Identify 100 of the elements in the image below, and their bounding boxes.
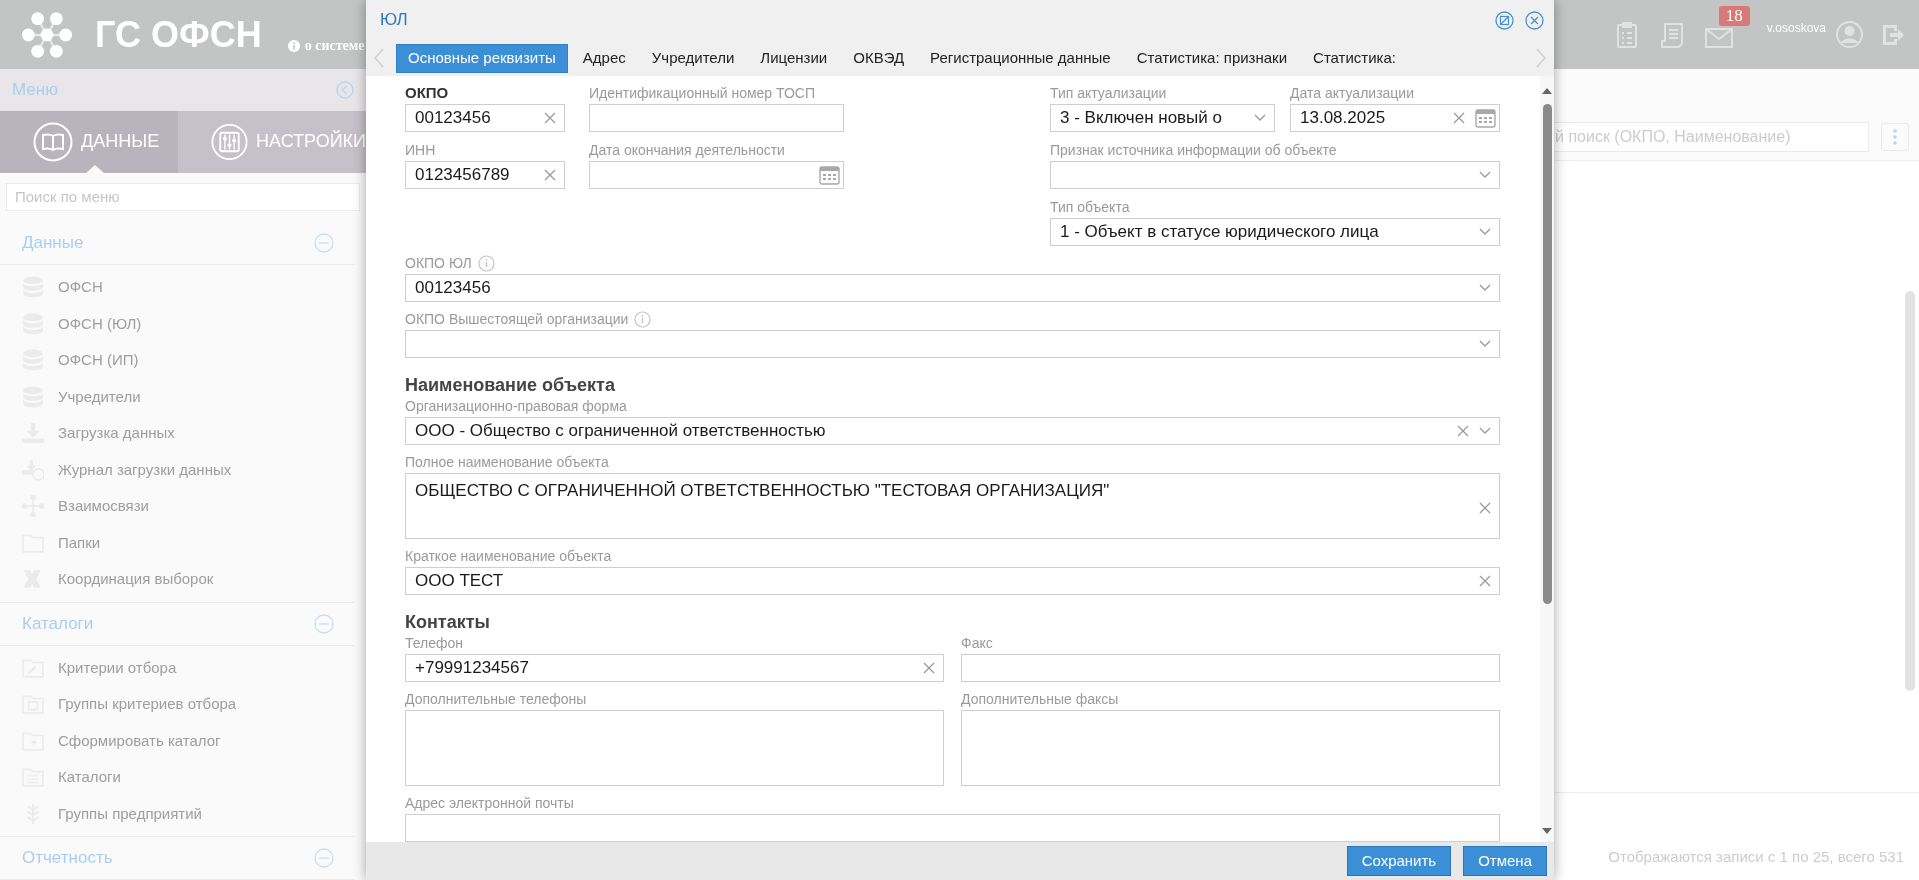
field-label: Идентификационный номер ТОСП bbox=[589, 83, 815, 103]
dialog-tab[interactable]: Учредители bbox=[640, 43, 746, 73]
clear-icon[interactable] bbox=[544, 169, 556, 181]
dialog-tab[interactable]: Адрес bbox=[571, 43, 637, 73]
text-field[interactable] bbox=[589, 104, 844, 132]
clear-icon[interactable] bbox=[1457, 425, 1469, 437]
scrollbar-thumb[interactable] bbox=[1905, 291, 1915, 691]
chevron-down-icon[interactable] bbox=[1479, 171, 1491, 179]
minus-circle-icon bbox=[314, 232, 334, 253]
restore-icon[interactable] bbox=[1495, 10, 1514, 30]
tab-pointer bbox=[86, 164, 104, 173]
chevron-right-icon[interactable] bbox=[1536, 48, 1546, 68]
dropdown-field[interactable]: 3 - Включен новый о bbox=[1050, 104, 1275, 132]
field-label: ОКПО ЮЛ bbox=[405, 253, 472, 273]
scroll-down-arrow-icon[interactable] bbox=[1542, 828, 1552, 834]
clear-icon[interactable] bbox=[923, 662, 935, 674]
menu-item[interactable]: Группы предприятий bbox=[0, 795, 366, 832]
text-area[interactable]: ОБЩЕСТВО С ОГРАНИЧЕННОЙ ОТВЕТСТВЕННОСТЬЮ "ТЕСТОВАЯ ОРГАНИЗАЦИЯ" bbox=[405, 473, 1500, 539]
dialog-tab[interactable]: ОКВЭД bbox=[842, 43, 916, 73]
documents-icon[interactable] bbox=[1658, 20, 1685, 49]
dropdown-field[interactable] bbox=[1050, 161, 1500, 189]
text-area[interactable] bbox=[961, 710, 1500, 786]
dialog-tab[interactable]: Статистика: признаки bbox=[1125, 43, 1299, 73]
field-label: ИНН bbox=[405, 140, 436, 160]
book-icon bbox=[33, 121, 73, 162]
field-label: Дата окончания деятельности bbox=[589, 140, 785, 160]
text-field[interactable]: ООО ТЕСТ bbox=[405, 567, 1500, 595]
collapse-icon[interactable] bbox=[336, 80, 354, 99]
chevron-down-icon[interactable] bbox=[1479, 427, 1491, 435]
clipboard-icon[interactable] bbox=[1616, 21, 1637, 48]
menu-search-field[interactable]: Поиск по меню bbox=[6, 182, 360, 211]
menu-item[interactable]: Сформировать каталог bbox=[0, 722, 366, 759]
logout-icon[interactable] bbox=[1881, 22, 1905, 47]
text-field[interactable]: 0123456789 bbox=[405, 161, 565, 189]
chevron-left-icon[interactable] bbox=[374, 48, 384, 68]
menu-item[interactable]: Группы критериев отбора bbox=[0, 686, 366, 723]
chevron-down-icon[interactable] bbox=[1479, 284, 1491, 292]
text-field[interactable] bbox=[961, 654, 1500, 682]
notification-count: 18 bbox=[1718, 5, 1750, 26]
menu-section-header[interactable]: Данные bbox=[0, 221, 354, 265]
menu-item[interactable]: Взаимосвязи bbox=[0, 488, 366, 525]
chevron-down-icon[interactable] bbox=[1254, 114, 1266, 122]
chevron-down-icon[interactable] bbox=[1479, 228, 1491, 236]
field-label: Признак источника информации об объекте bbox=[1050, 140, 1337, 160]
text-area[interactable] bbox=[405, 710, 944, 786]
minus-circle-icon bbox=[314, 613, 334, 634]
dialog-tab[interactable]: Статистика: bbox=[1302, 43, 1407, 73]
kebab-menu-icon bbox=[1893, 128, 1897, 145]
menu-item[interactable]: Координация выборок bbox=[0, 561, 366, 598]
info-icon[interactable] bbox=[477, 254, 495, 272]
user-avatar-icon[interactable] bbox=[1836, 21, 1863, 48]
menu-item[interactable]: ОФСН (ИП) bbox=[0, 342, 366, 379]
dialog-title: ЮЛ bbox=[380, 9, 408, 32]
date-field[interactable]: 13.08.2025 bbox=[1290, 104, 1500, 132]
dialog-tab[interactable]: Лицензии bbox=[749, 43, 839, 73]
menu-item[interactable]: Папки bbox=[0, 524, 366, 561]
close-icon[interactable] bbox=[1525, 10, 1544, 30]
menu-tab[interactable]: ДАННЫЕ bbox=[0, 110, 178, 173]
calendar-icon[interactable] bbox=[819, 165, 840, 185]
dropdown-field[interactable]: 00123456 bbox=[405, 274, 1500, 302]
text-field[interactable] bbox=[405, 814, 1500, 842]
about-link[interactable]: о системе bbox=[287, 35, 365, 56]
text-field[interactable]: 00123456 bbox=[405, 104, 565, 132]
field-label: ОКПО bbox=[405, 82, 449, 103]
scrollbar-thumb[interactable] bbox=[1542, 104, 1552, 604]
dropdown-field[interactable]: 1 - Объект в статусе юридического лица bbox=[1050, 218, 1500, 246]
section-heading: Наименование объекта bbox=[405, 374, 616, 397]
field-label: ОКПО Вышестоящей организации bbox=[405, 309, 629, 329]
clear-icon[interactable] bbox=[1479, 575, 1491, 587]
menu-item[interactable]: Каталоги bbox=[0, 759, 366, 796]
chevron-down-icon[interactable] bbox=[1479, 340, 1491, 348]
dialog-tab[interactable]: Основные реквизиты bbox=[396, 43, 568, 73]
dialog-button[interactable]: Отмена bbox=[1463, 846, 1547, 876]
dropdown-field[interactable]: ООО - Общество с ограниченной ответственностью bbox=[405, 417, 1500, 445]
mail-icon[interactable] bbox=[1704, 27, 1733, 48]
clear-icon[interactable] bbox=[544, 112, 556, 124]
dropdown-field[interactable] bbox=[405, 330, 1500, 358]
menu-item[interactable]: Загрузка данных bbox=[0, 415, 366, 452]
info-icon[interactable] bbox=[634, 310, 652, 328]
clear-icon[interactable] bbox=[1479, 502, 1491, 514]
menu-item[interactable]: Критерии отбора bbox=[0, 649, 366, 686]
menu-section-header[interactable]: Отчетность bbox=[0, 836, 354, 880]
dialog-button[interactable]: Сохранить bbox=[1346, 846, 1452, 876]
sliders-icon bbox=[211, 121, 248, 162]
dialog-tab[interactable]: Регистрационные данные bbox=[919, 43, 1122, 73]
menu-item[interactable]: ОФСН (ЮЛ) bbox=[0, 305, 366, 342]
more-options-button[interactable] bbox=[1881, 122, 1909, 151]
field-label: Дополнительные телефоны bbox=[405, 689, 587, 709]
clear-icon[interactable] bbox=[1453, 112, 1465, 124]
scroll-up-arrow-icon[interactable] bbox=[1542, 88, 1552, 94]
menu-item[interactable]: Журнал загрузки данных bbox=[0, 451, 366, 488]
menu-item[interactable]: ОФСН bbox=[0, 269, 366, 306]
field-label: Факс bbox=[961, 633, 993, 653]
date-field[interactable] bbox=[589, 161, 844, 189]
text-field[interactable]: +79991234567 bbox=[405, 654, 944, 682]
minus-circle-icon bbox=[314, 848, 334, 868]
menu-title: Меню bbox=[12, 79, 58, 102]
calendar-icon[interactable] bbox=[1475, 108, 1496, 128]
menu-section-header[interactable]: Каталоги bbox=[0, 601, 354, 646]
menu-item[interactable]: Учредители bbox=[0, 378, 366, 415]
